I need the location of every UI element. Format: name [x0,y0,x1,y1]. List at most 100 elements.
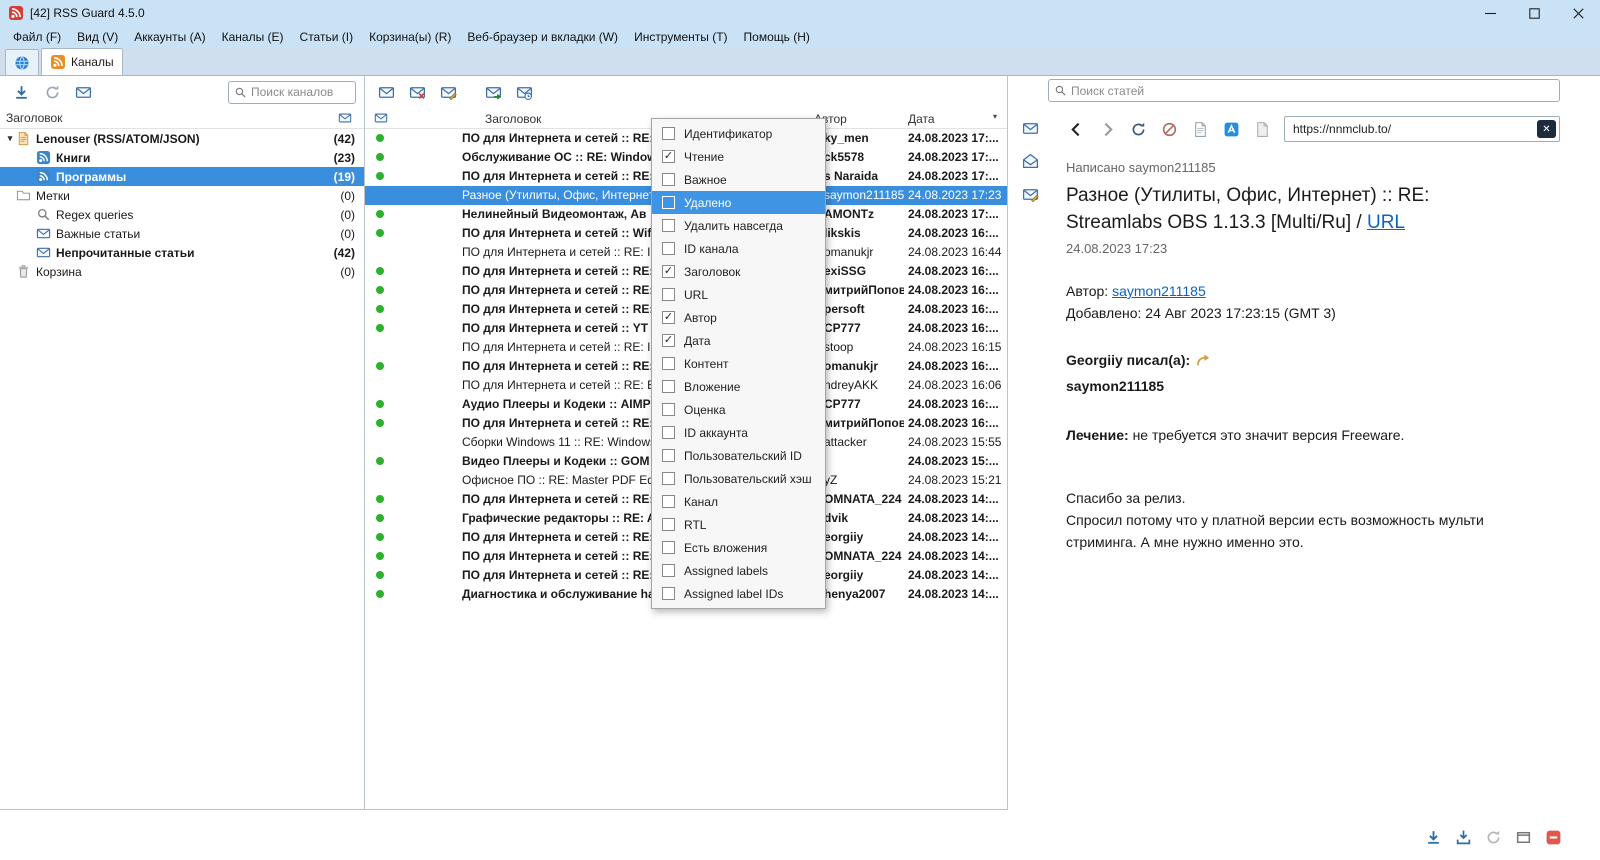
download-icon[interactable] [1422,826,1444,848]
mail-pencil-icon[interactable] [435,79,461,105]
mail-x-icon[interactable] [404,79,430,105]
column-menu-item[interactable]: URL [652,283,825,306]
article-url-link[interactable]: URL [1367,212,1405,233]
column-menu-item[interactable]: Идентификатор [652,122,825,145]
clear-url-icon[interactable]: ✕ [1537,120,1556,138]
feeds-search[interactable] [228,80,356,104]
mail-pencil-icon[interactable] [1018,182,1042,206]
feed-item[interactable]: Программы (19) [0,167,364,186]
column-menu-item[interactable]: Канал [652,490,825,513]
author-link[interactable]: saymon211185 [1112,283,1206,299]
feed-item[interactable]: Корзина (0) [0,262,364,281]
feed-item[interactable]: Непрочитанные статьи (42) [0,243,364,262]
mail-arrow-icon[interactable] [480,79,506,105]
column-menu-item[interactable]: Вложение [652,375,825,398]
column-menu-item[interactable]: Оценка [652,398,825,421]
column-menu-item[interactable]: RTL [652,513,825,536]
checkbox-icon[interactable] [662,541,675,554]
column-date[interactable]: Дата [908,112,935,126]
menubar-item-5[interactable]: Корзина(ы) (R) [361,27,459,47]
tab-feeds[interactable]: Каналы [41,48,123,75]
column-menu-item[interactable]: ID аккаунта [652,421,825,444]
checkbox-icon[interactable] [662,357,675,370]
column-menu-item[interactable]: ✓ Заголовок [652,260,825,283]
column-menu-item[interactable]: Assigned labels [652,559,825,582]
menubar-item-4[interactable]: Статьи (I) [292,27,362,47]
menubar-item-3[interactable]: Каналы (E) [214,27,292,47]
column-menu-item[interactable]: Пользовательский ID [652,444,825,467]
page-icon[interactable] [1188,117,1212,141]
feeds-column-header[interactable]: Заголовок [0,108,364,129]
checkbox-checked-icon[interactable]: ✓ [662,265,675,278]
mail-open-icon[interactable] [1018,149,1042,173]
url-bar[interactable]: ✕ [1284,116,1560,142]
back-icon[interactable] [1064,117,1088,141]
checkbox-icon[interactable] [662,472,675,485]
checkbox-icon[interactable] [662,495,675,508]
column-menu-item[interactable]: Есть вложения [652,536,825,559]
articles-search-input[interactable] [1071,83,1554,98]
download-icon[interactable] [8,79,34,105]
checkbox-icon[interactable] [662,449,675,462]
menubar-item-0[interactable]: Файл (F) [5,27,69,47]
feed-item[interactable]: ▾ Lenouser (RSS/ATOM/JSON) (42) [0,129,364,148]
menubar-item-2[interactable]: Аккаунты (A) [126,27,213,47]
checkbox-icon[interactable] [662,564,675,577]
checkbox-icon[interactable] [662,242,675,255]
checkbox-checked-icon[interactable]: ✓ [662,150,675,163]
column-menu-item[interactable]: ✓ Дата [652,329,825,352]
adblock-icon[interactable] [1542,826,1564,848]
column-title[interactable]: Заголовок [485,112,541,126]
file-icon[interactable] [1250,117,1274,141]
menubar-item-6[interactable]: Веб-браузер и вкладки (W) [459,27,626,47]
feed-item[interactable]: Книги (23) [0,148,364,167]
checkbox-icon[interactable] [662,403,675,416]
menubar-item-1[interactable]: Вид (V) [69,27,126,47]
articles-search[interactable] [1048,79,1560,102]
checkbox-icon[interactable] [662,173,675,186]
checkbox-icon[interactable] [662,380,675,393]
checkbox-icon[interactable] [662,426,675,439]
column-menu-item[interactable]: ID канала [652,237,825,260]
column-menu-item[interactable]: Assigned label IDs [652,582,825,605]
checkbox-icon[interactable] [662,587,675,600]
column-menu-item[interactable]: ✓ Автор [652,306,825,329]
checkbox-checked-icon[interactable]: ✓ [662,334,675,347]
feed-item[interactable]: Важные статьи (0) [0,224,364,243]
discover-icon[interactable] [1219,117,1243,141]
checkbox-icon[interactable] [662,196,675,209]
column-menu-item[interactable]: Контент [652,352,825,375]
menubar-item-7[interactable]: Инструменты (T) [626,27,735,47]
column-menu-item[interactable]: Удалить навсегда [652,214,825,237]
feed-item[interactable]: Regex queries (0) [0,205,364,224]
checkbox-icon[interactable] [662,518,675,531]
url-input[interactable] [1293,122,1533,136]
forward-icon[interactable] [1095,117,1119,141]
mail-clock-icon[interactable] [511,79,537,105]
column-menu-item[interactable]: ✓ Чтение [652,145,825,168]
mail-icon[interactable] [1018,116,1042,140]
column-menu-item[interactable]: Пользовательский хэш [652,467,825,490]
checkbox-icon[interactable] [662,219,675,232]
mail-icon[interactable] [70,79,96,105]
reload-icon[interactable] [1126,117,1150,141]
checkbox-icon[interactable] [662,288,675,301]
mail-icon[interactable] [373,79,399,105]
checkbox-checked-icon[interactable]: ✓ [662,311,675,324]
expand-arrow-icon[interactable]: ▾ [4,133,16,144]
column-menu-item[interactable]: Удалено [652,191,825,214]
tab-browser[interactable] [5,49,39,75]
stop-icon[interactable] [1157,117,1181,141]
download-tray-icon[interactable] [1452,826,1474,848]
maximize-button[interactable] [1512,0,1556,26]
menubar-item-8[interactable]: Помощь (H) [736,27,818,47]
minimize-button[interactable] [1468,0,1512,26]
close-button[interactable] [1556,0,1600,26]
feed-item[interactable]: Метки (0) [0,186,364,205]
reload-gray-icon[interactable] [1482,826,1504,848]
checkbox-icon[interactable] [662,127,675,140]
refresh-icon[interactable] [39,79,65,105]
column-menu-item[interactable]: Важное [652,168,825,191]
feeds-search-input[interactable] [251,85,350,99]
window-icon[interactable] [1512,826,1534,848]
